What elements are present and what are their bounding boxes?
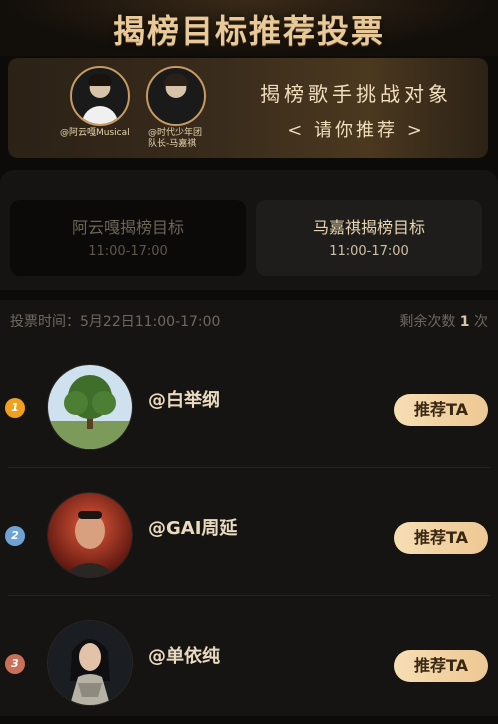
banner-subheading: < 请你推荐 > — [287, 120, 425, 141]
woman-portrait-icon[interactable] — [47, 620, 133, 706]
tab-time: 11:00-17:00 — [88, 244, 168, 259]
remaining-votes: 剩余次数 1 次 — [399, 311, 488, 331]
idol-caption-ayunga: @阿云嘎Musical — [60, 128, 130, 138]
page-title: 揭榜目标推荐投票 — [112, 12, 385, 50]
recommend-button[interactable]: 推荐TA — [394, 394, 488, 426]
page-header: 揭榜目标推荐投票 — [0, 0, 498, 56]
banner-heading: 揭榜歌手挑战对象 — [260, 82, 452, 106]
idol-caption-majiaqi: @时代少年团 队长-马嘉祺 — [148, 128, 202, 150]
rank-badge: 2 — [5, 526, 25, 546]
recommend-button[interactable]: 推荐TA — [394, 650, 488, 682]
remaining-suffix: 次 — [474, 314, 488, 330]
candidate-name: @白举纲 — [148, 390, 220, 411]
rank-badge: 3 — [5, 654, 25, 674]
challenge-banner[interactable]: @阿云嘎Musical @时代少年团 队长-马嘉祺 揭榜歌手挑战对象 < 请你推… — [8, 58, 488, 158]
tab-time: 11:00-17:00 — [329, 244, 409, 259]
list-item: 1 @白举纲 推荐TA — [0, 340, 498, 468]
rank-badge: 1 — [5, 398, 25, 418]
tab-ayunga-target[interactable]: 阿云嘎揭榜目标 11:00-17:00 — [10, 200, 246, 276]
tab-majiaqi-target[interactable]: 马嘉祺揭榜目标 11:00-17:00 — [256, 200, 482, 276]
recommend-button[interactable]: 推荐TA — [394, 522, 488, 554]
idol-avatar-ayunga — [70, 66, 130, 126]
man-portrait-icon[interactable] — [47, 492, 133, 578]
idol-avatar-majiaqi — [146, 66, 206, 126]
candidate-name: @单依纯 — [148, 646, 220, 667]
tab-label: 马嘉祺揭榜目标 — [312, 218, 425, 237]
remaining-prefix: 剩余次数 — [399, 314, 456, 330]
tree-avatar-icon[interactable] — [47, 364, 133, 450]
remaining-count: 1 — [459, 314, 470, 330]
idol-caption-line2: 队长-马嘉祺 — [148, 139, 197, 149]
list-item: 2 @GAI周延 推荐TA — [0, 468, 498, 596]
target-tabs: 阿云嘎揭榜目标 11:00-17:00 马嘉祺揭榜目标 11:00-17:00 — [0, 170, 498, 290]
idol-caption-line1: @时代少年团 — [148, 128, 203, 138]
candidate-list: 1 @白举纲 推荐TA 2 @GAI周延 推荐TA 3 @单依纯 推荐TA — [0, 340, 498, 716]
vote-time: 投票时间：5月22日11:00-17:00 — [10, 314, 221, 330]
tab-label: 阿云嘎揭榜目标 — [71, 218, 184, 237]
list-item: 3 @单依纯 推荐TA — [0, 596, 498, 724]
vote-info-bar: 投票时间：5月22日11:00-17:00 剩余次数 1 次 — [0, 300, 498, 340]
candidate-name: @GAI周延 — [148, 518, 238, 539]
